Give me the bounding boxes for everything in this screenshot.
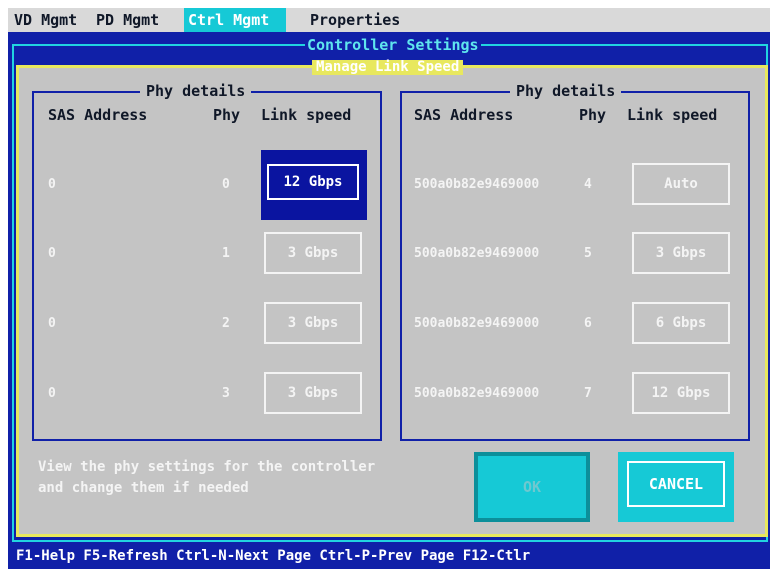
right-row-2-link-speed-button[interactable]: 6 Gbps [632,302,730,344]
tab-vd-mgmt[interactable]: VD Mgmt [10,8,81,32]
left-row-1-phy: 1 [222,246,230,261]
left-row-0-link-speed-button[interactable]: 12 Gbps [261,150,367,220]
left-row-1-link-speed-button[interactable]: 3 Gbps [264,232,362,274]
left-group-title: Phy details [140,82,252,100]
window-title: Controller Settings [305,36,481,54]
footer-shortcuts: F1-Help F5-Refresh Ctrl-N-Next Page Ctrl… [16,548,531,564]
right-header-phy: Phy [579,106,607,124]
right-header-sas-address: SAS Address [414,106,514,124]
right-row-3-link-speed-button[interactable]: 12 Gbps [632,372,730,414]
dialog-title: Manage Link Speed [312,60,464,75]
left-row-3-phy: 3 [222,386,230,401]
left-header-sas-address: SAS Address [48,106,148,124]
left-header-link-speed: Link speed [261,106,352,124]
right-row-2-sas: 500a0b82e9469000 [414,316,540,331]
left-row-1-sas: 0 [48,246,56,261]
left-row-0-link-speed-label: 12 Gbps [267,164,359,200]
right-row-1-phy: 5 [584,246,592,261]
left-row-3-sas: 0 [48,386,56,401]
cancel-button[interactable]: CANCEL [618,452,734,522]
left-row-2-sas: 0 [48,316,56,331]
left-row-3-link-speed-button[interactable]: 3 Gbps [264,372,362,414]
help-text-line-2: and change them if needed [38,480,249,496]
right-row-0-phy: 4 [584,177,592,192]
left-row-2-link-speed-button[interactable]: 3 Gbps [264,302,362,344]
right-row-0-sas: 500a0b82e9469000 [414,177,540,192]
right-group-title: Phy details [510,82,622,100]
right-header-link-speed: Link speed [627,106,718,124]
cancel-button-label: CANCEL [627,461,725,507]
right-row-1-sas: 500a0b82e9469000 [414,246,540,261]
right-row-1-link-speed-button[interactable]: 3 Gbps [632,232,730,274]
help-text-line-1: View the phy settings for the controller [38,459,376,475]
left-row-2-phy: 2 [222,316,230,331]
tab-properties[interactable]: Properties [306,8,404,32]
tab-ctrl-mgmt[interactable]: Ctrl Mgmt [184,8,286,32]
right-row-3-sas: 500a0b82e9469000 [414,386,540,401]
ok-button[interactable]: OK [474,452,590,522]
menu-bar: VD Mgmt PD Mgmt Ctrl Mgmt Properties [8,8,770,32]
left-row-0-phy: 0 [222,177,230,192]
right-row-2-phy: 6 [584,316,592,331]
tab-pd-mgmt[interactable]: PD Mgmt [92,8,163,32]
left-header-phy: Phy [213,106,241,124]
right-row-0-link-speed-button[interactable]: Auto [632,163,730,205]
left-row-0-sas: 0 [48,177,56,192]
right-row-3-phy: 7 [584,386,592,401]
